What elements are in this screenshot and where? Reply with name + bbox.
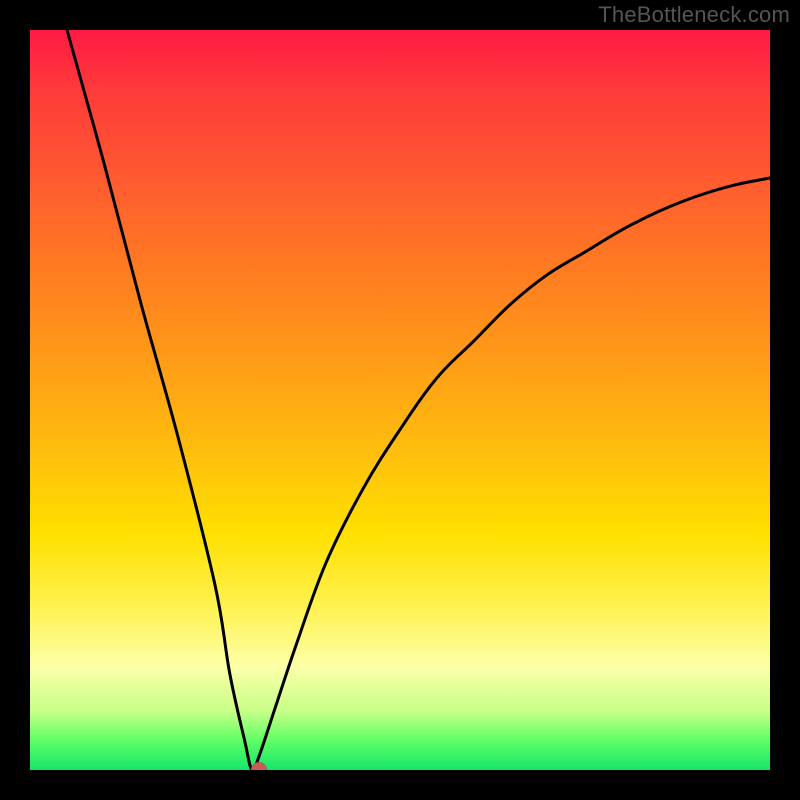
watermark-text: TheBottleneck.com bbox=[598, 2, 790, 28]
plot-area bbox=[30, 30, 770, 770]
chart-frame: TheBottleneck.com bbox=[0, 0, 800, 800]
bottleneck-curve bbox=[30, 30, 770, 770]
